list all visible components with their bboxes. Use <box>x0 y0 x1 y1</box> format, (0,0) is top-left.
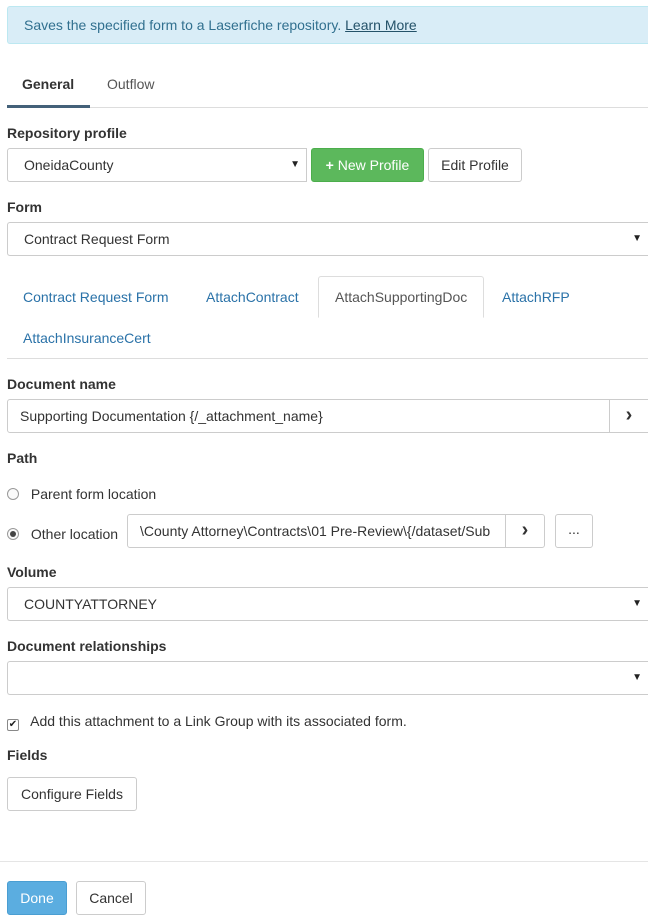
tab-general[interactable]: General <box>7 64 90 108</box>
path-chevron-icon[interactable]: › <box>505 514 545 548</box>
repository-profile-value: OneidaCounty <box>24 157 114 173</box>
document-relationships-label: Document relationships <box>7 638 167 654</box>
subtab-attach-rfp[interactable]: AttachRFP <box>486 277 586 317</box>
link-group-label: Add this attachment to a Link Group with… <box>30 713 407 729</box>
repository-profile-select[interactable]: OneidaCounty ▼ <box>7 148 307 182</box>
caret-down-icon: ▼ <box>632 672 642 683</box>
caret-down-icon: ▼ <box>632 598 642 609</box>
path-label: Path <box>7 450 38 466</box>
new-profile-label: New Profile <box>337 157 410 173</box>
volume-select[interactable]: COUNTYATTORNEY ▼ <box>7 587 648 621</box>
main-tabs: General Outflow <box>7 64 648 108</box>
form-label: Form <box>7 199 42 215</box>
subtab-contract-request-form[interactable]: Contract Request Form <box>7 277 185 317</box>
document-name-input[interactable]: Supporting Documentation {/_attachment_n… <box>7 399 610 433</box>
document-relationships-select[interactable]: ▼ <box>7 661 648 695</box>
document-name-label: Document name <box>7 376 116 392</box>
link-group-option[interactable]: ✔ Add this attachment to a Link Group wi… <box>7 712 407 731</box>
info-banner: Saves the specified form to a Laserfiche… <box>7 6 648 44</box>
tab-outflow[interactable]: Outflow <box>92 64 169 108</box>
form-value: Contract Request Form <box>24 231 170 247</box>
link-group-checkbox[interactable]: ✔ <box>7 719 19 731</box>
subtab-attach-insurance-cert[interactable]: AttachInsuranceCert <box>7 318 167 358</box>
other-location-label: Other location <box>30 526 119 542</box>
document-name-chevron-icon[interactable]: › <box>609 399 648 433</box>
plus-icon: + <box>325 157 334 173</box>
done-button[interactable]: Done <box>7 881 67 915</box>
other-location-radio[interactable] <box>7 528 19 540</box>
form-subtabs: Contract Request Form AttachContract Att… <box>7 276 648 359</box>
cancel-button[interactable]: Cancel <box>76 881 146 915</box>
caret-down-icon: ▼ <box>290 159 300 170</box>
configure-fields-button[interactable]: Configure Fields <box>7 777 137 811</box>
edit-profile-button[interactable]: Edit Profile <box>428 148 522 182</box>
volume-value: COUNTYATTORNEY <box>24 596 158 612</box>
other-location-option[interactable]: Other location <box>7 525 118 543</box>
new-profile-button[interactable]: + New Profile <box>311 148 424 182</box>
browse-path-button[interactable]: ... <box>555 514 593 548</box>
volume-label: Volume <box>7 564 57 580</box>
other-location-input[interactable]: \County Attorney\Contracts\01 Pre-Review… <box>127 514 506 548</box>
caret-down-icon: ▼ <box>632 233 642 244</box>
form-select[interactable]: Contract Request Form ▼ <box>7 222 648 256</box>
repository-profile-label: Repository profile <box>7 125 127 141</box>
subtab-attach-supporting-doc[interactable]: AttachSupportingDoc <box>318 276 484 318</box>
learn-more-link[interactable]: Learn More <box>345 17 417 33</box>
info-text: Saves the specified form to a Laserfiche… <box>24 17 342 33</box>
fields-label: Fields <box>7 747 48 763</box>
parent-location-label: Parent form location <box>30 486 157 502</box>
subtab-attach-contract[interactable]: AttachContract <box>190 277 315 317</box>
parent-location-option[interactable]: Parent form location <box>7 485 156 503</box>
footer-divider <box>0 861 648 862</box>
parent-location-radio[interactable] <box>7 488 19 500</box>
